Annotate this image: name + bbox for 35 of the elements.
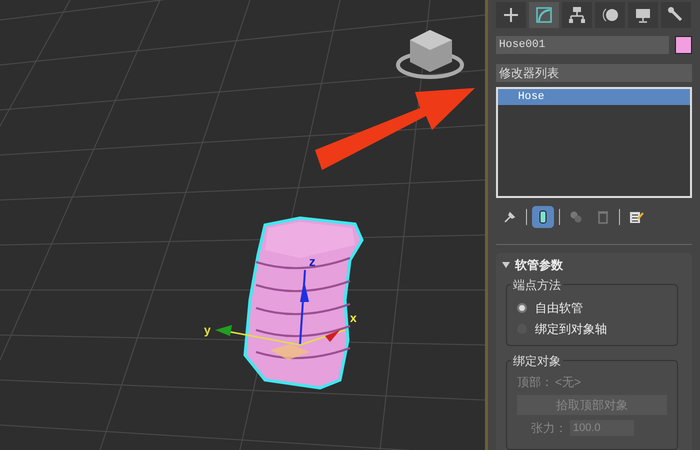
stack-tool-button[interactable] (532, 206, 554, 228)
rollout-header[interactable]: 软管参数 (502, 256, 563, 274)
top-value: <无> (555, 374, 582, 391)
panel-tab[interactable] (529, 2, 559, 28)
hierarchy-icon (568, 6, 586, 24)
panel-tab[interactable] (595, 2, 625, 28)
triangle-icon (502, 261, 510, 269)
stack-item[interactable]: Hose (498, 89, 690, 105)
tension-label: 张力： (531, 420, 567, 437)
curve-frame-icon (535, 6, 553, 24)
plus-icon (502, 6, 520, 24)
pin-icon (502, 209, 518, 226)
trash-icon (595, 209, 611, 226)
wrench-icon (667, 6, 685, 24)
modifier-list-dropdown[interactable]: 修改器列表 (496, 64, 692, 82)
object-color-swatch[interactable] (675, 36, 692, 54)
panel-tab[interactable] (562, 2, 592, 28)
panel-tab[interactable] (496, 2, 526, 28)
object-name-field[interactable]: Hose001 (496, 36, 669, 54)
axis-label: y (204, 323, 211, 337)
panel-tab[interactable] (661, 2, 691, 28)
axis-label: x (350, 311, 357, 325)
radio-option[interactable]: 自由软管 (517, 297, 583, 318)
axis-label: z (309, 254, 316, 269)
spheres-icon (568, 209, 584, 226)
top-label: 顶部： (517, 374, 553, 391)
radio-option[interactable]: 绑定到对象轴 (517, 318, 607, 339)
monitor-icon (634, 6, 652, 24)
sphere-icon (601, 6, 619, 24)
radio-button[interactable] (517, 302, 527, 312)
view-cube-drawing (396, 30, 464, 79)
group-title: 端点方法 (511, 276, 563, 294)
grid-pencil-icon (628, 209, 644, 226)
panel-tab[interactable] (628, 2, 658, 28)
group-title: 绑定对象 (511, 352, 563, 370)
